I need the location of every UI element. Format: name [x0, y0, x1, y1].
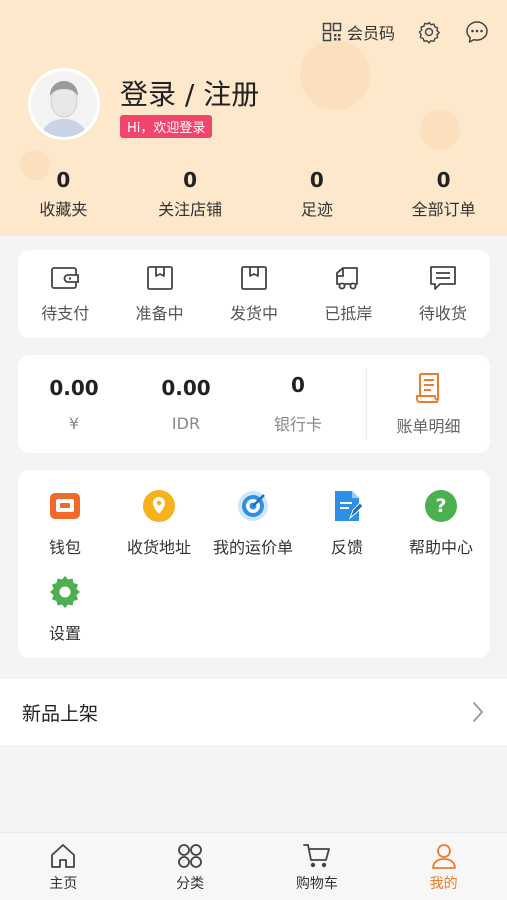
default-avatar-icon — [31, 71, 97, 137]
member-code-button[interactable]: 会员码 — [322, 20, 395, 44]
services-card: 钱包 收货地址 我的运价单 反馈 ? 帮助中心 设置 — [18, 470, 490, 658]
gear-icon — [418, 21, 440, 44]
tab-category[interactable]: 分类 — [127, 833, 254, 900]
service-label: 收货地址 — [126, 538, 191, 557]
bank-cards[interactable]: 0 银行卡 — [242, 373, 354, 435]
qr-code-icon — [322, 22, 342, 42]
order-status-card: 待支付 准备中 发货中 已抵岸 待收货 — [18, 250, 490, 338]
stat-value: 0 — [436, 168, 451, 192]
balance-label: ¥ — [68, 413, 80, 433]
balance-idr[interactable]: 0.00 IDR — [130, 376, 242, 433]
order-preparing[interactable]: 准备中 — [112, 264, 206, 324]
chevron-right-icon — [473, 702, 483, 722]
tab-mine[interactable]: 我的 — [380, 833, 507, 900]
stat-label: 足迹 — [300, 200, 333, 219]
order-pending-payment[interactable]: 待支付 — [18, 264, 112, 324]
decorative-circle — [420, 110, 460, 150]
service-label: 我的运价单 — [212, 538, 293, 557]
service-wallet[interactable]: 钱包 — [18, 488, 112, 558]
category-icon — [178, 844, 203, 868]
service-settings[interactable]: 设置 — [18, 574, 112, 644]
bottom-tab-bar: 主页 分类 购物车 我的 — [0, 832, 507, 900]
cart-icon — [302, 844, 330, 868]
service-label: 帮助中心 — [408, 538, 473, 557]
tab-label: 购物车 — [295, 876, 338, 892]
order-shipping[interactable]: 发货中 — [207, 264, 301, 324]
avatar[interactable] — [28, 68, 100, 140]
tab-label: 我的 — [429, 876, 458, 892]
order-label: 已抵岸 — [324, 304, 373, 323]
user-stats: 0 收藏夹 0 关注店铺 0 足迹 0 全部订单 — [0, 168, 507, 220]
order-pending-receipt[interactable]: 待收货 — [396, 264, 490, 324]
bank-card-label: 银行卡 — [273, 415, 322, 434]
bill-details-button[interactable]: 账单明细 — [367, 371, 490, 437]
stat-label: 收藏夹 — [39, 200, 88, 219]
login-register-link[interactable]: 登录 / 注册 — [120, 73, 259, 113]
svg-text:?: ? — [435, 495, 446, 517]
stat-followed-stores[interactable]: 0 关注店铺 — [127, 168, 254, 220]
decorative-circle — [300, 40, 370, 110]
service-freight-quotes[interactable]: 我的运价单 — [206, 488, 300, 558]
tab-label: 主页 — [49, 876, 78, 892]
service-help-center[interactable]: ? 帮助中心 — [394, 488, 488, 558]
home-icon — [51, 844, 76, 868]
stat-label: 关注店铺 — [158, 200, 223, 219]
chat-bubble-icon — [466, 21, 488, 43]
order-label: 待支付 — [41, 304, 90, 323]
service-label: 钱包 — [48, 538, 81, 557]
welcome-badge: Hi，欢迎登录 — [120, 115, 213, 138]
service-feedback[interactable]: 反馈 — [300, 488, 394, 558]
message-icon — [429, 266, 456, 290]
bill-icon — [415, 373, 439, 403]
order-label: 准备中 — [135, 304, 184, 323]
service-address[interactable]: 收货地址 — [112, 488, 206, 558]
stat-favorites[interactable]: 0 收藏夹 — [0, 168, 127, 220]
settings-button[interactable] — [415, 18, 443, 46]
gear-icon — [50, 576, 80, 608]
service-label: 设置 — [48, 624, 81, 643]
stat-value: 0 — [309, 168, 324, 192]
box-icon — [146, 266, 173, 290]
location-icon — [143, 490, 175, 522]
order-arrived[interactable]: 已抵岸 — [301, 264, 395, 324]
wallet-icon — [50, 493, 80, 519]
top-actions: 会员码 — [322, 18, 491, 46]
document-icon — [335, 491, 364, 521]
balance-label: IDR — [171, 413, 201, 433]
box-icon — [241, 266, 267, 290]
bill-label: 账单明细 — [396, 417, 461, 436]
balance-cny[interactable]: 0.00 ¥ — [18, 376, 130, 433]
stat-all-orders[interactable]: 0 全部订单 — [380, 168, 507, 220]
service-label: 反馈 — [330, 538, 363, 557]
stat-value: 0 — [183, 168, 198, 192]
stat-value: 0 — [56, 168, 71, 192]
member-code-label: 会员码 — [346, 24, 395, 43]
profile-header: 会员码 登录 / 注册 Hi，欢迎登录 0 收藏夹 0 关注店铺 0 足迹 0 … — [0, 0, 507, 236]
tab-home[interactable]: 主页 — [0, 833, 127, 900]
truck-icon — [336, 267, 359, 290]
order-label: 待收货 — [418, 304, 467, 323]
tab-label: 分类 — [176, 876, 205, 892]
new-arrivals-row[interactable]: 新品上架 — [0, 679, 507, 745]
balance-value: 0.00 — [161, 375, 211, 400]
tab-cart[interactable]: 购物车 — [254, 833, 381, 900]
messages-button[interactable] — [463, 18, 491, 46]
wallet-card: 0.00 ¥ 0.00 IDR 0 银行卡 账单明细 — [18, 355, 490, 453]
bank-card-count: 0 — [291, 373, 305, 397]
user-icon — [431, 844, 456, 869]
balance-value: 0.00 — [49, 375, 99, 400]
wallet-icon — [51, 267, 80, 289]
target-icon — [238, 491, 268, 521]
new-arrivals-label: 新品上架 — [22, 702, 99, 725]
stat-label: 全部订单 — [411, 200, 476, 219]
help-icon: ? — [425, 490, 457, 522]
order-label: 发货中 — [230, 304, 279, 323]
stat-footprints[interactable]: 0 足迹 — [254, 168, 381, 220]
